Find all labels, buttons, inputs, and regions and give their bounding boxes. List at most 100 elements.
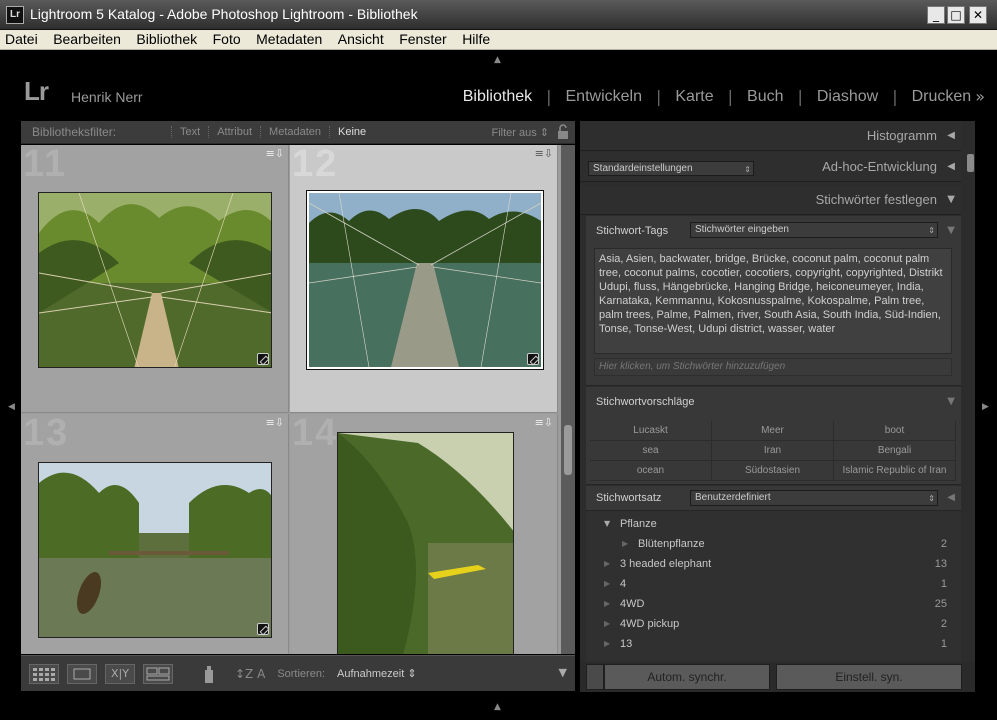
keyword-suggestion[interactable]: Bengali	[834, 441, 956, 461]
disclosure-collapsed-icon[interactable]: ▶	[604, 559, 610, 568]
photo-thumbnail[interactable]	[38, 192, 272, 368]
disclosure-collapsed-icon[interactable]: ▶	[604, 639, 610, 648]
right-panel-toggle-icon[interactable]: ▶	[982, 402, 989, 412]
filter-tab-keine[interactable]: Keine	[329, 126, 374, 138]
grid-scrollbar-thumb[interactable]	[564, 425, 572, 475]
keyword-set-triangle-icon[interactable]: ◀	[947, 492, 955, 503]
window-titlebar: Lr Lightroom 5 Katalog - Adobe Photoshop…	[0, 0, 997, 30]
metadata-badge-icon[interactable]: ≡⇩	[266, 147, 284, 160]
top-panel-toggle-icon[interactable]: ▲	[494, 55, 501, 65]
keyword-list-row[interactable]: ▶ 4 1	[586, 575, 961, 595]
keyword-badge-icon[interactable]	[257, 623, 269, 635]
menu-bibliothek[interactable]: Bibliothek	[131, 30, 204, 49]
keyword-suggestion[interactable]: Islamic Republic of Iran	[834, 461, 956, 481]
keyword-tags-dropdown[interactable]: Stichwörter eingeben ⇕	[690, 222, 938, 238]
keyword-suggestion[interactable]: Iran	[712, 441, 834, 461]
spray-can-icon[interactable]	[201, 664, 217, 684]
filter-preset-dropdown[interactable]: Filter aus ⇕	[491, 126, 549, 139]
module-karte[interactable]: Karte	[661, 88, 727, 106]
keyword-list-row[interactable]: ▶ Blütenpflanze 2	[586, 535, 961, 555]
quick-develop-panel-header[interactable]: Standardeinstellungen ⇕ Ad-hoc-Entwicklu…	[580, 152, 961, 182]
keyword-suggestion[interactable]: Südostasien	[712, 461, 834, 481]
keyword-badge-icon[interactable]	[527, 353, 539, 365]
menu-hilfe[interactable]: Hilfe	[457, 30, 497, 49]
module-picker: Bibliothek | Entwickeln | Karte | Buch |…	[449, 87, 985, 106]
collapse-triangle-icon[interactable]: ◀	[947, 130, 955, 141]
disclosure-collapsed-icon[interactable]: ▶	[604, 599, 610, 608]
histogram-panel-header[interactable]: Histogramm ◀	[580, 121, 961, 151]
keyword-suggestion[interactable]: boot	[834, 421, 956, 441]
menu-datei[interactable]: Datei	[0, 30, 45, 49]
quick-develop-preset-dropdown[interactable]: Standardeinstellungen ⇕	[588, 161, 754, 176]
sort-order-dropdown[interactable]: Aufnahmezeit ⇕	[337, 667, 417, 680]
disclosure-collapsed-icon[interactable]: ▶	[622, 539, 628, 548]
auto-sync-button[interactable]: Autom. synchr.	[604, 664, 770, 690]
add-keyword-input[interactable]: Hier klicken, um Stichwörter hinzuzufüge…	[594, 358, 952, 376]
left-panel-toggle-icon[interactable]: ◀	[8, 402, 15, 412]
disclosure-expanded-icon[interactable]: ▼	[604, 519, 610, 528]
photo-thumbnail[interactable]	[337, 432, 514, 654]
keyword-suggestion[interactable]: sea	[590, 441, 712, 461]
keyword-list-row[interactable]: ▶ 3 headed elephant 13	[586, 555, 961, 575]
keyword-list-row[interactable]: ▶ 4WD 25	[586, 595, 961, 615]
auto-sync-switch[interactable]	[586, 664, 604, 690]
photo-thumbnail[interactable]	[306, 190, 544, 370]
keyword-tags-triangle-icon[interactable]: ▼	[947, 225, 955, 236]
keyword-suggestion[interactable]: Lucaskt	[590, 421, 712, 441]
menu-fenster[interactable]: Fenster	[394, 30, 453, 49]
keyword-badge-icon[interactable]	[257, 353, 269, 365]
module-entwickeln[interactable]: Entwickeln	[552, 88, 656, 106]
sort-direction-icon[interactable]: ↕Z A	[235, 667, 265, 681]
sync-bar: Autom. synchr. Einstell. syn.	[580, 662, 975, 692]
grid-cell[interactable]: 13 ≡⇩	[21, 412, 289, 654]
keyword-list-row[interactable]: ▶ 4WD pickup 2	[586, 615, 961, 635]
loupe-view-glyph	[73, 668, 91, 679]
filter-tab-text[interactable]: Text	[171, 126, 208, 138]
keyword-set-dropdown[interactable]: Benutzerdefiniert ⇕	[690, 490, 938, 506]
double-chevron-right-icon[interactable]: »	[973, 87, 985, 106]
maximize-button[interactable]: □	[947, 6, 965, 24]
disclosure-collapsed-icon[interactable]: ▶	[604, 579, 610, 588]
disclosure-collapsed-icon[interactable]: ▶	[604, 619, 610, 628]
right-panel-scrollbar[interactable]	[966, 150, 975, 655]
grid-cell[interactable]: 11 ≡⇩	[21, 145, 289, 413]
filter-tab-metadaten[interactable]: Metadaten	[260, 126, 329, 138]
menu-ansicht[interactable]: Ansicht	[333, 30, 391, 49]
menu-metadaten[interactable]: Metadaten	[251, 30, 329, 49]
compare-view-icon[interactable]: X|Y	[105, 663, 135, 684]
menu-bearbeiten[interactable]: Bearbeiten	[48, 30, 128, 49]
metadata-badge-icon[interactable]: ≡⇩	[535, 147, 553, 160]
photo-thumbnail[interactable]	[38, 462, 272, 638]
keyword-suggestion[interactable]: Meer	[712, 421, 834, 441]
grid-scrollbar[interactable]	[561, 145, 575, 654]
keyword-tags-textarea[interactable]: Asia, Asien, backwater, bridge, Brücke, …	[594, 248, 952, 354]
expand-triangle-icon[interactable]: ▼	[947, 194, 955, 205]
metadata-badge-icon[interactable]: ≡⇩	[535, 416, 553, 429]
toolbar-menu-chevron-icon[interactable]: ▼	[559, 666, 567, 679]
module-buch[interactable]: Buch	[733, 88, 797, 106]
suggestions-triangle-icon[interactable]: ▼	[947, 396, 955, 407]
metadata-badge-icon[interactable]: ≡⇩	[266, 416, 284, 429]
survey-view-glyph	[146, 667, 170, 680]
keyword-suggestion[interactable]: ocean	[590, 461, 712, 481]
right-panel-scrollbar-thumb[interactable]	[967, 154, 974, 172]
module-drucken[interactable]: Drucken	[898, 88, 974, 106]
grid-cell-selected[interactable]: 12 ≡⇩	[290, 145, 558, 413]
module-diashow[interactable]: Diashow	[803, 88, 892, 106]
grid-cell[interactable]: 14 ≡⇩	[290, 412, 558, 654]
keyword-list-row[interactable]: ▼ Pflanze	[586, 515, 961, 535]
survey-view-icon[interactable]	[143, 663, 173, 684]
keyword-list-row[interactable]: ▶ 13 1	[586, 635, 961, 655]
module-bibliothek[interactable]: Bibliothek	[449, 88, 546, 106]
filter-tab-attribut[interactable]: Attribut	[208, 126, 260, 138]
sync-settings-button[interactable]: Einstell. syn.	[776, 664, 962, 690]
keywording-panel-header[interactable]: Stichwörter festlegen ▼	[580, 185, 961, 215]
menu-foto[interactable]: Foto	[208, 30, 248, 49]
grid-view-icon[interactable]	[29, 663, 59, 684]
loupe-view-icon[interactable]	[67, 663, 97, 684]
minimize-button[interactable]: _	[927, 6, 945, 24]
filmstrip-toggle-icon[interactable]: ▲	[494, 702, 501, 712]
lock-icon[interactable]	[556, 124, 570, 140]
collapse-triangle-icon[interactable]: ◀	[947, 161, 955, 172]
close-button[interactable]: ✕	[969, 6, 987, 24]
